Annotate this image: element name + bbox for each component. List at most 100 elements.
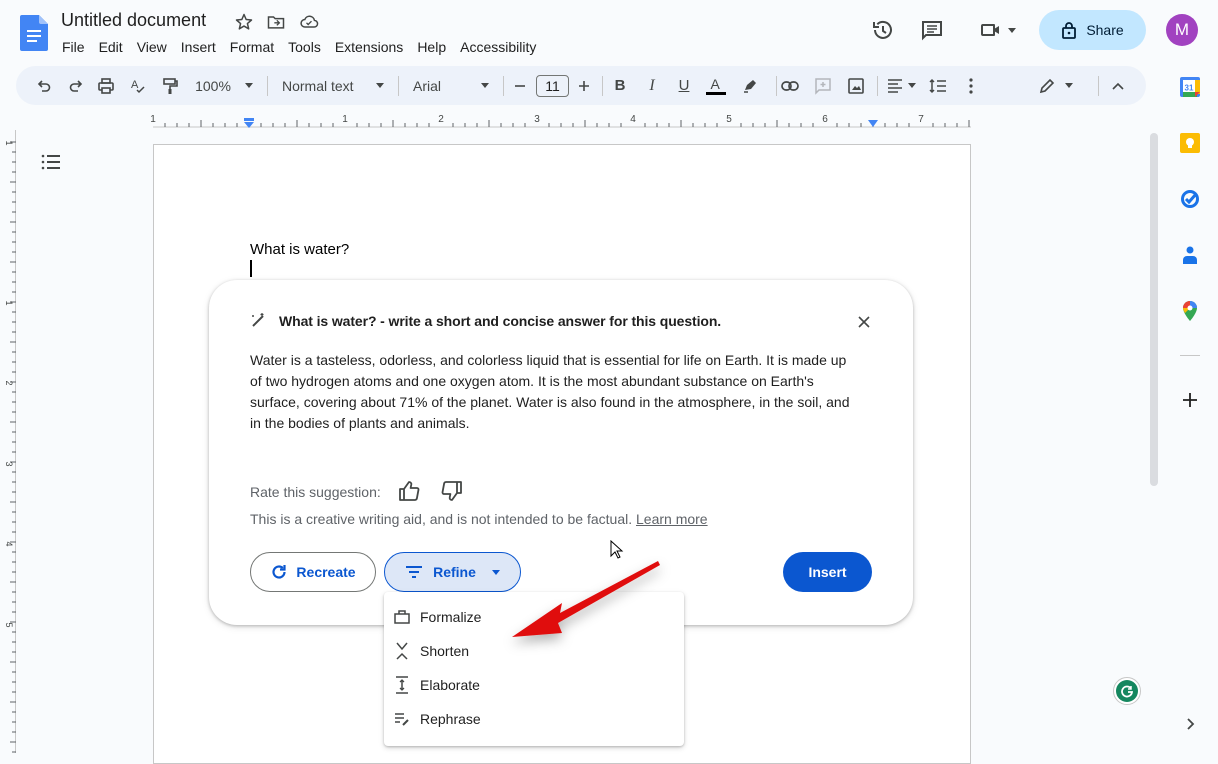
- toolbar-divider: [877, 76, 878, 96]
- font-size-input[interactable]: 11: [535, 66, 570, 105]
- star-icon[interactable]: [234, 12, 254, 32]
- recreate-label: Recreate: [296, 564, 356, 580]
- menu-file[interactable]: File: [55, 37, 92, 57]
- zoom-value: 100%: [195, 77, 231, 94]
- expand-side-panel-icon[interactable]: [1182, 716, 1198, 732]
- undo-icon[interactable]: [32, 66, 56, 105]
- more-options-icon[interactable]: [961, 66, 981, 105]
- toolbar-divider: [398, 76, 399, 96]
- menu-item-label: Shorten: [420, 643, 470, 659]
- chevron-down-icon: [1065, 83, 1073, 88]
- filter-icon: [406, 566, 423, 578]
- learn-more-link[interactable]: Learn more: [636, 511, 708, 527]
- tasks-icon[interactable]: [1178, 187, 1202, 211]
- decrease-font-size-button[interactable]: [510, 66, 530, 105]
- text-color-icon[interactable]: A: [704, 66, 728, 105]
- mouse-pointer: [610, 540, 624, 560]
- ruler-label: 1: [4, 300, 14, 305]
- bold-icon[interactable]: B: [608, 66, 632, 105]
- font-family-select[interactable]: Arial: [409, 66, 493, 105]
- document-body-text[interactable]: What is water?: [250, 241, 349, 258]
- zoom-select[interactable]: 100%: [191, 66, 257, 105]
- ruler-label: 1: [150, 114, 156, 125]
- horizontal-ruler[interactable]: 1 1 2 3 4 5 6 7: [0, 108, 1146, 130]
- comments-icon[interactable]: [918, 16, 946, 44]
- menu-item-elaborate[interactable]: Elaborate: [384, 668, 684, 702]
- keep-icon[interactable]: [1178, 131, 1202, 155]
- insert-button[interactable]: Insert: [783, 552, 872, 592]
- menu-edit[interactable]: Edit: [92, 37, 130, 57]
- video-camera-icon: [981, 24, 999, 36]
- menu-extensions[interactable]: Extensions: [328, 37, 410, 57]
- version-history-icon[interactable]: [869, 16, 897, 44]
- vertical-ruler[interactable]: 1 1 2 3 4 5: [0, 130, 16, 753]
- chevron-down-icon: [907, 83, 916, 88]
- right-indent-marker: [868, 120, 878, 127]
- close-icon[interactable]: [855, 313, 873, 331]
- highlight-color-icon[interactable]: [738, 66, 762, 105]
- vertical-scrollbar[interactable]: [1150, 133, 1158, 486]
- briefcase-icon: [393, 608, 411, 626]
- contacts-icon[interactable]: [1178, 243, 1202, 267]
- paragraph-style-select[interactable]: Normal text: [278, 66, 388, 105]
- thumbs-down-icon[interactable]: [440, 479, 464, 503]
- cloud-saved-icon[interactable]: [298, 12, 319, 32]
- menu-view[interactable]: View: [130, 37, 174, 57]
- move-folder-icon[interactable]: [266, 12, 286, 32]
- calendar-icon[interactable]: 31: [1178, 75, 1202, 99]
- menu-format[interactable]: Format: [223, 37, 281, 57]
- thumbs-up-icon[interactable]: [397, 479, 421, 503]
- rate-label: Rate this suggestion:: [250, 484, 381, 500]
- spellcheck-icon[interactable]: A: [126, 66, 150, 105]
- add-addon-icon[interactable]: [1178, 388, 1202, 412]
- grammarly-icon: [1116, 680, 1138, 702]
- toolbar-divider: [503, 76, 504, 96]
- menu-item-label: Rephrase: [420, 711, 481, 727]
- menu-item-rephrase[interactable]: Rephrase: [384, 702, 684, 736]
- menu-accessibility[interactable]: Accessibility: [453, 37, 543, 57]
- chevron-down-icon: [1008, 27, 1016, 33]
- line-spacing-icon[interactable]: [926, 66, 950, 105]
- redo-icon[interactable]: [64, 66, 88, 105]
- docs-logo[interactable]: [20, 15, 48, 51]
- document-outline-icon[interactable]: [40, 152, 62, 172]
- print-icon[interactable]: [94, 66, 118, 105]
- paint-format-icon[interactable]: [158, 66, 182, 105]
- ruler-label: 6: [822, 114, 828, 125]
- menu-help[interactable]: Help: [410, 37, 453, 57]
- toolbar-divider: [1098, 76, 1099, 96]
- editing-mode-select[interactable]: [1036, 66, 1076, 105]
- maps-icon[interactable]: [1178, 299, 1202, 323]
- menu-tools[interactable]: Tools: [281, 37, 328, 57]
- menu-insert[interactable]: Insert: [174, 37, 223, 57]
- ruler-label: 3: [534, 114, 540, 125]
- account-avatar[interactable]: M: [1166, 14, 1198, 46]
- grammarly-button[interactable]: [1113, 677, 1141, 705]
- ruler-label: 5: [726, 114, 732, 125]
- generated-response: Water is a tasteless, odorless, and colo…: [250, 352, 850, 431]
- magic-pen-icon: [250, 312, 266, 328]
- hide-menus-icon[interactable]: [1108, 66, 1128, 105]
- disclaimer: This is a creative writing aid, and is n…: [250, 511, 708, 527]
- meet-button[interactable]: [974, 16, 1020, 44]
- increase-font-size-button[interactable]: [574, 66, 594, 105]
- chevron-down-icon: [244, 83, 253, 88]
- lock-icon: [1062, 22, 1077, 39]
- annotation-arrow: [500, 555, 665, 655]
- svg-text:A: A: [131, 79, 139, 91]
- add-comment-icon[interactable]: [811, 66, 835, 105]
- ruler-label: 2: [4, 380, 14, 385]
- insert-image-icon[interactable]: [844, 66, 868, 105]
- insert-link-icon[interactable]: [778, 66, 802, 105]
- recreate-button[interactable]: Recreate: [250, 552, 376, 592]
- ruler-label: 3: [4, 461, 14, 466]
- side-panel-divider: [1180, 355, 1200, 356]
- svg-text:31: 31: [1185, 84, 1194, 93]
- share-button[interactable]: Share: [1039, 10, 1146, 50]
- document-title[interactable]: Untitled document: [61, 10, 206, 31]
- underline-icon[interactable]: U: [672, 66, 696, 105]
- rephrase-icon: [393, 710, 411, 728]
- italic-icon[interactable]: I: [640, 66, 664, 105]
- align-select[interactable]: [882, 66, 920, 105]
- toolbar-divider: [267, 76, 268, 96]
